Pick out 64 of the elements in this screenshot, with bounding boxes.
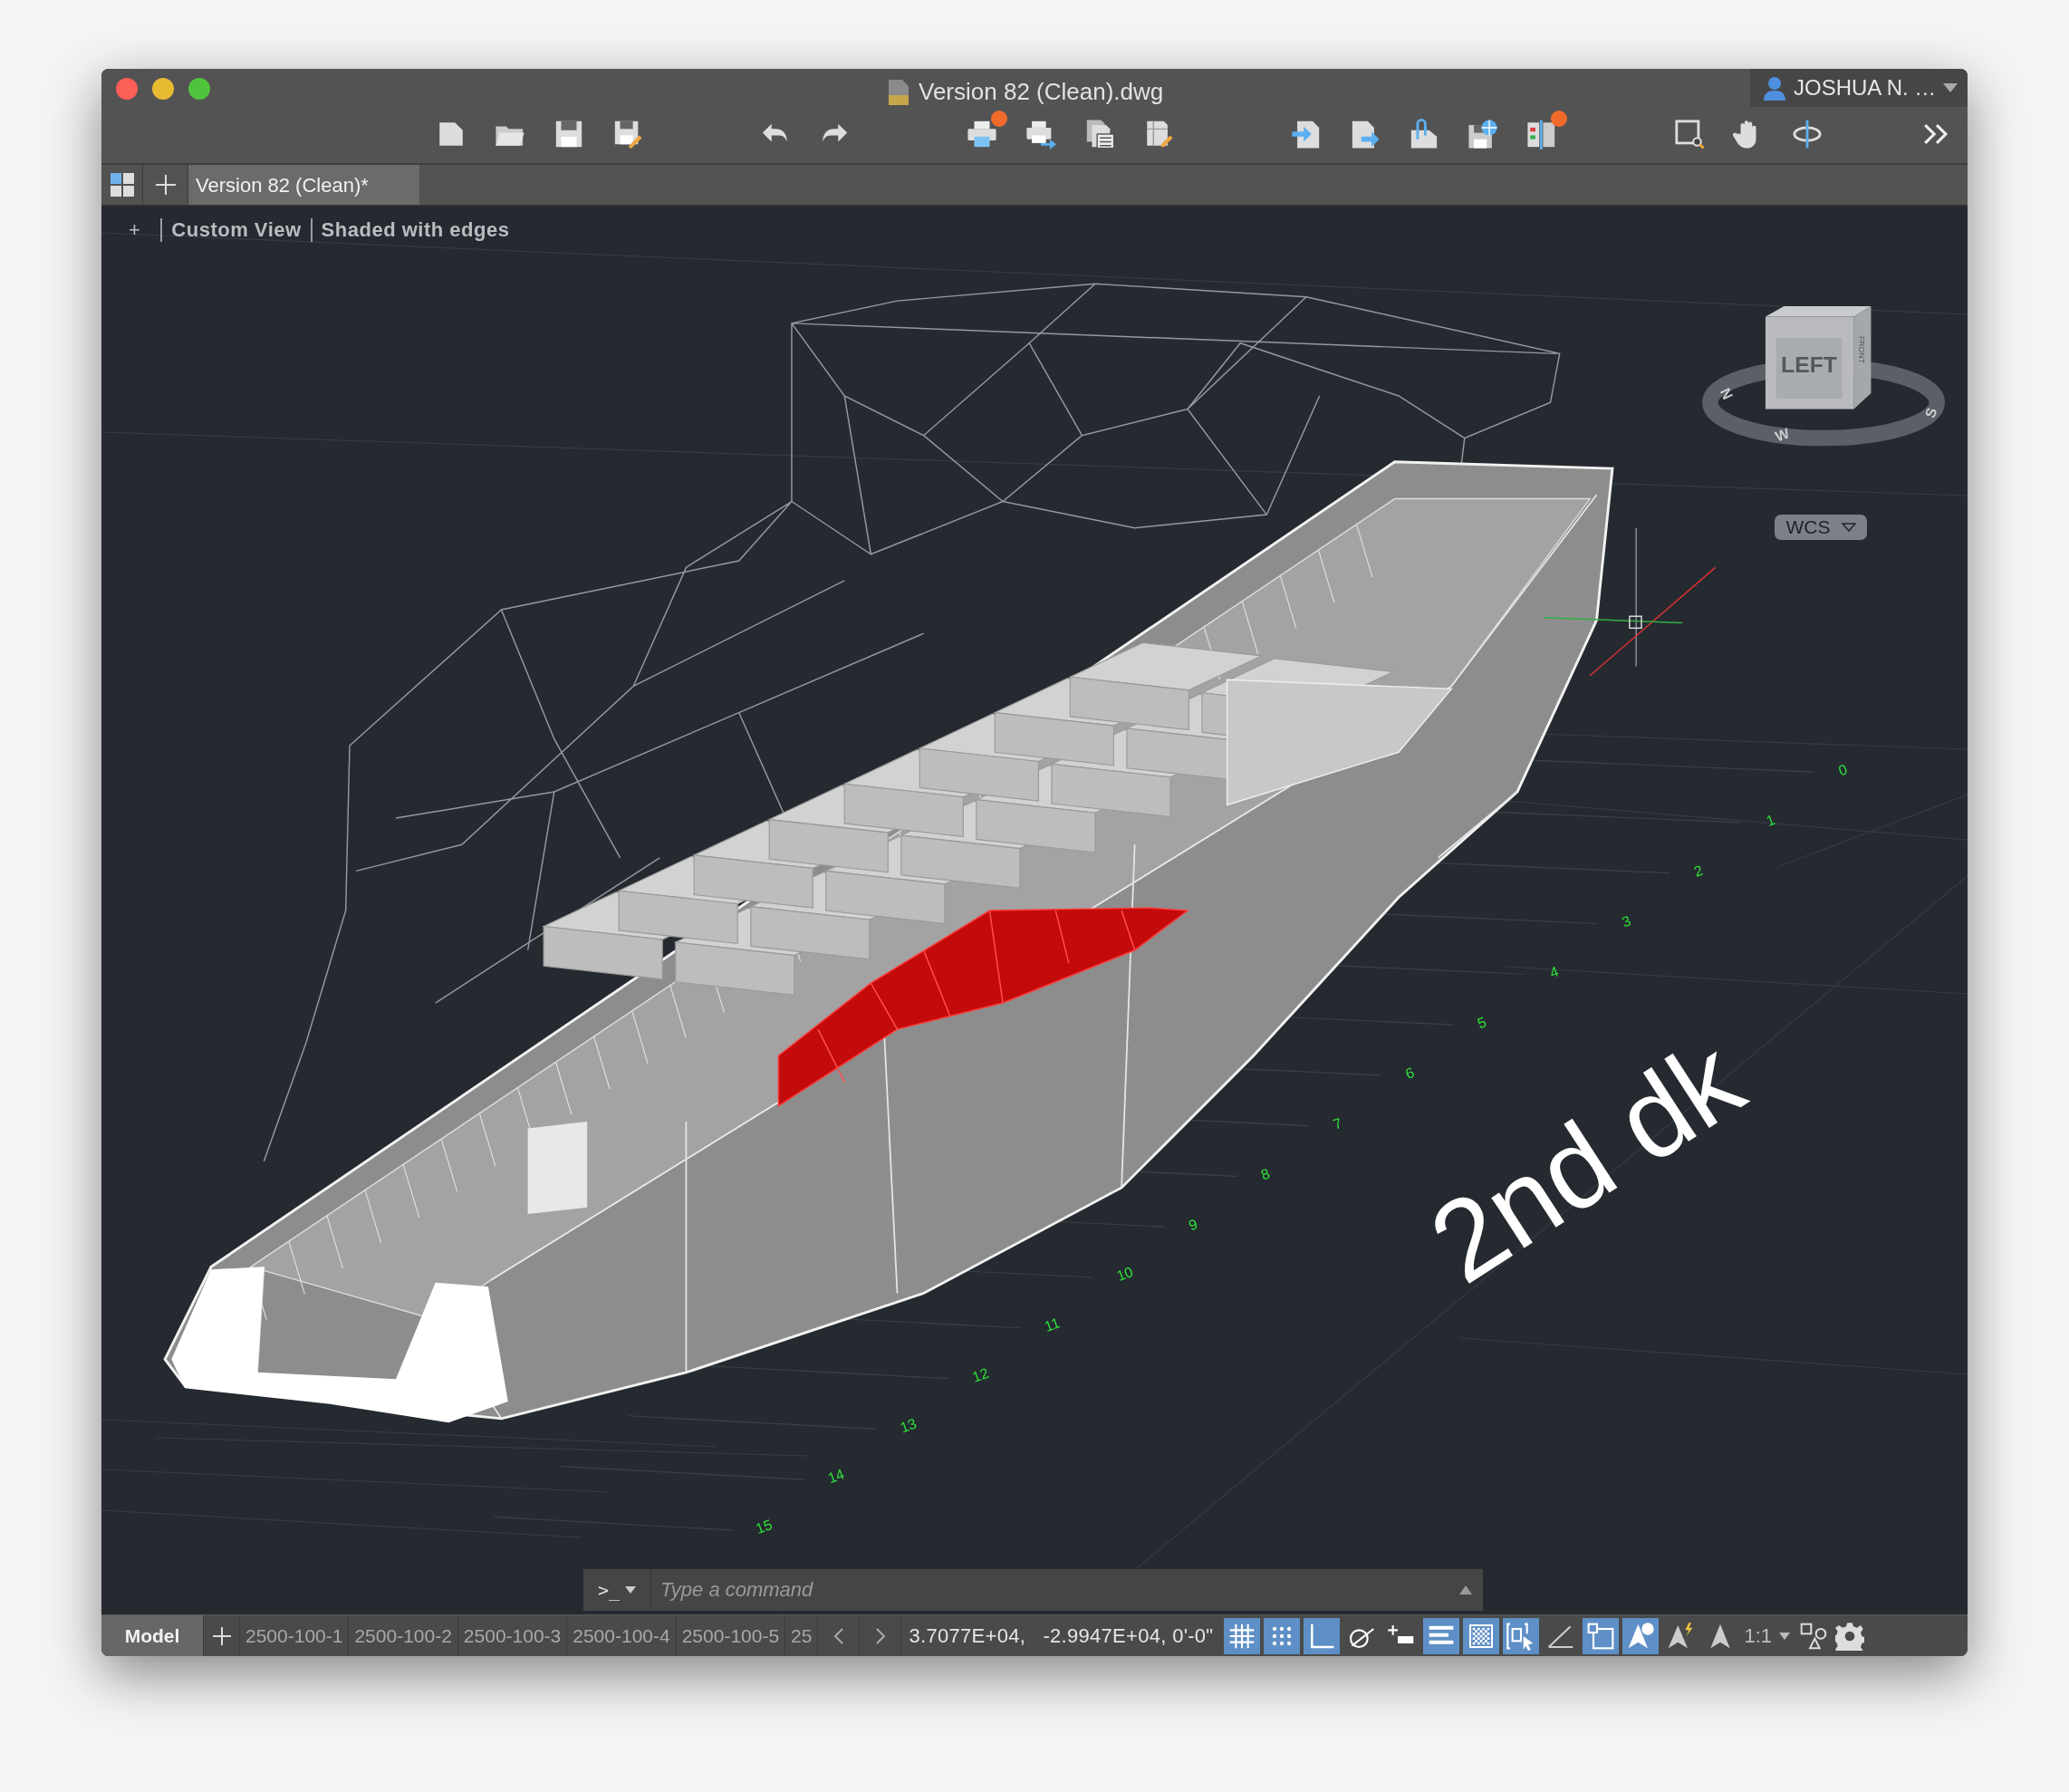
close-window-button[interactable] bbox=[116, 78, 138, 100]
cursor-coordinates: 3.7077E+04, -2.9947E+04, 0'-0" bbox=[908, 1623, 1215, 1649]
grid-icon bbox=[109, 172, 135, 198]
compass-direction-label: N bbox=[1717, 385, 1737, 402]
viewcube[interactable] bbox=[1765, 305, 1872, 409]
station-label: 0 bbox=[1835, 760, 1850, 779]
visual-style-menu-button[interactable]: Shaded with edges bbox=[321, 215, 510, 245]
layout-tab[interactable]: 2500-100-5 bbox=[676, 1615, 786, 1656]
station-label: 13 bbox=[898, 1414, 919, 1436]
layout-tab[interactable]: 2500-100-3 bbox=[457, 1615, 568, 1656]
zoom-window-icon[interactable] bbox=[1673, 118, 1706, 150]
layout-tab[interactable]: 2500-100-2 bbox=[349, 1615, 458, 1656]
caret-down-icon bbox=[625, 1586, 637, 1594]
viewport-menu-button[interactable]: + bbox=[125, 215, 145, 245]
ucs-dropdown[interactable]: WCS bbox=[1775, 515, 1867, 540]
station-label: 14 bbox=[825, 1465, 847, 1487]
dot-grid-icon[interactable] bbox=[1264, 1617, 1301, 1654]
right-angle-icon[interactable] bbox=[1304, 1617, 1341, 1654]
layout-tab[interactable]: 2500-100-4 bbox=[567, 1615, 677, 1656]
layout-tab[interactable]: 2500-100-1 bbox=[240, 1615, 350, 1656]
orbit-icon[interactable] bbox=[1791, 118, 1824, 150]
minimize-window-button[interactable] bbox=[152, 78, 174, 100]
compass-direction-label: S bbox=[1920, 405, 1940, 420]
lineweight-icon[interactable] bbox=[1423, 1617, 1460, 1654]
document-tab[interactable]: Version 82 (Clean)* bbox=[188, 165, 419, 205]
selection-cursor-icon[interactable] bbox=[1503, 1617, 1540, 1654]
checkerboard-icon[interactable] bbox=[1463, 1617, 1500, 1654]
view-menu-button[interactable]: Custom View bbox=[171, 215, 302, 245]
caret-up-icon bbox=[1459, 1585, 1472, 1594]
user-icon bbox=[1763, 75, 1786, 101]
user-account-button[interactable]: JOSHUA N. … bbox=[1750, 69, 1968, 107]
viewcube-face-label: LEFT bbox=[1781, 352, 1837, 377]
grid-icon[interactable] bbox=[1224, 1617, 1261, 1654]
station-label: 8 bbox=[1258, 1164, 1272, 1183]
annotation-scale-dropdown[interactable]: 1:1 bbox=[1738, 1615, 1796, 1656]
station-label: 2 bbox=[1691, 861, 1705, 880]
annotation-visibility-icon[interactable] bbox=[1622, 1617, 1660, 1654]
model-tab[interactable]: Model bbox=[101, 1615, 204, 1656]
ucs-icon bbox=[1543, 526, 1717, 677]
zoom-window-button[interactable] bbox=[188, 78, 210, 100]
plus-icon bbox=[212, 1626, 231, 1645]
plus-icon bbox=[155, 175, 176, 195]
station-label: 15 bbox=[753, 1516, 775, 1537]
station-label: 7 bbox=[1331, 1113, 1344, 1132]
window-title: Version 82 (Clean).dwg bbox=[919, 77, 1164, 107]
station-label: 12 bbox=[969, 1363, 991, 1385]
station-label: 4 bbox=[1547, 962, 1561, 981]
caret-down-icon bbox=[1841, 523, 1856, 532]
drawing-file-icon bbox=[888, 78, 909, 106]
station-label: 9 bbox=[1186, 1215, 1200, 1234]
station-label: 10 bbox=[1114, 1263, 1135, 1285]
floppy-globe-icon[interactable] bbox=[1467, 118, 1499, 150]
station-label: 6 bbox=[1402, 1064, 1417, 1083]
command-history-button[interactable]: >_ bbox=[583, 1569, 651, 1611]
station-label: 11 bbox=[1042, 1314, 1063, 1334]
caret-down-icon bbox=[1943, 83, 1958, 92]
caret-down-icon bbox=[1779, 1632, 1791, 1640]
viewcube-side-label: FRONT bbox=[1857, 336, 1867, 363]
station-label: 5 bbox=[1475, 1013, 1488, 1032]
layout-tab[interactable]: 25 bbox=[785, 1615, 819, 1656]
object-snap-icon[interactable] bbox=[1583, 1617, 1620, 1654]
station-label: 3 bbox=[1619, 911, 1633, 930]
station-label: 1 bbox=[1764, 811, 1777, 830]
compass-direction-label: W bbox=[1773, 424, 1792, 445]
